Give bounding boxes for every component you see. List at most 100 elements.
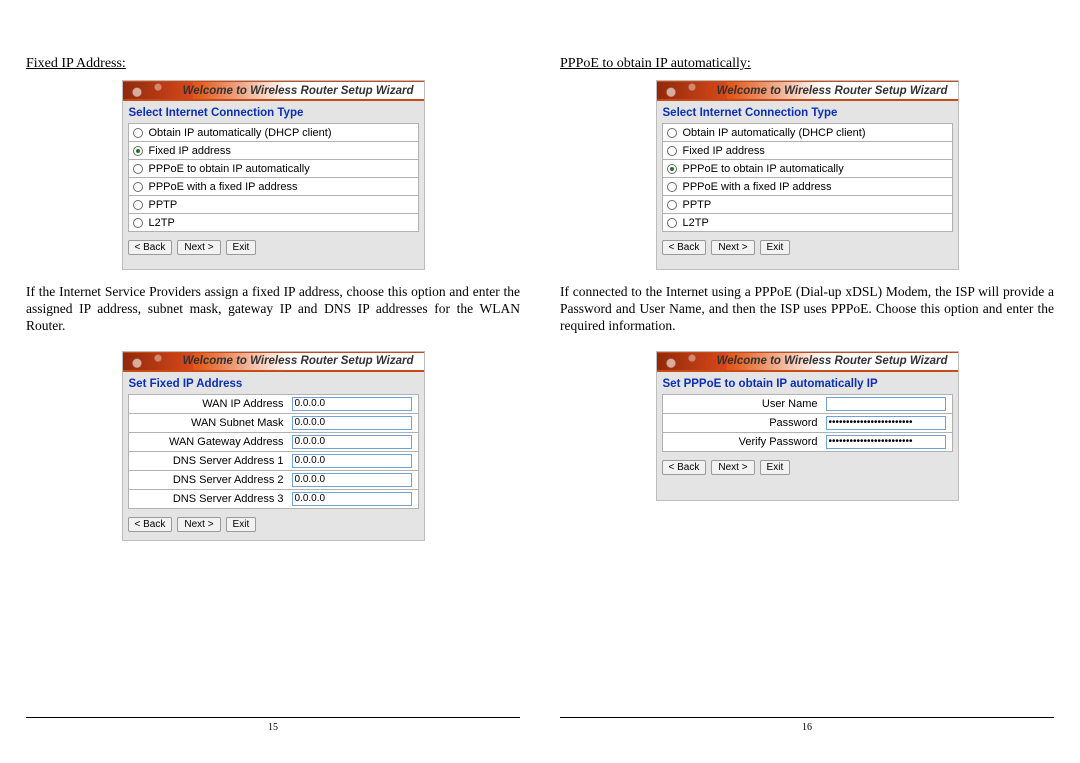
next-button[interactable]: Next > [711, 460, 754, 475]
left-page: Fixed IP Address: Welcome to Wireless Ro… [26, 56, 520, 549]
wizard-banner: Welcome to Wireless Router Setup Wizard [657, 352, 958, 372]
right-connection-panel: Welcome to Wireless Router Setup Wizard … [656, 80, 959, 270]
radio-label: PPTP [149, 199, 178, 211]
table-row: WAN IP Address [128, 394, 418, 413]
radio-label: PPPoE with a fixed IP address [683, 181, 832, 193]
table-row: DNS Server Address 2 [128, 470, 418, 489]
radio-icon [133, 200, 143, 210]
radio-label: Fixed IP address [149, 145, 231, 157]
field-label: WAN IP Address [128, 394, 288, 413]
wizard-banner-title: Welcome to Wireless Router Setup Wizard [717, 85, 948, 97]
right-page-number: 16 [560, 717, 1054, 733]
wizard-buttons: < Back Next > Exit [123, 509, 424, 532]
radio-option-fixed-ip[interactable]: Fixed IP address [667, 145, 948, 157]
wan-ip-input[interactable] [292, 397, 412, 411]
wizard-banner-title: Welcome to Wireless Router Setup Wizard [183, 355, 414, 367]
left-body-text: If the Internet Service Providers assign… [26, 284, 520, 335]
radio-icon [133, 128, 143, 138]
wizard-buttons: < Back Next > Exit [123, 232, 424, 255]
right-section-title: PPPoE to obtain IP automatically: [560, 56, 1054, 72]
right-page: PPPoE to obtain IP automatically: Welcom… [560, 56, 1054, 549]
next-button[interactable]: Next > [177, 517, 220, 532]
radio-option-dhcp[interactable]: Obtain IP automatically (DHCP client) [667, 127, 948, 139]
dns3-input[interactable] [292, 492, 412, 506]
left-section-title: Fixed IP Address: [26, 56, 520, 72]
fixed-ip-table: WAN IP Address WAN Subnet Mask WAN Gatew… [128, 394, 419, 509]
dns1-input[interactable] [292, 454, 412, 468]
wizard-step-title: Select Internet Connection Type [657, 101, 958, 123]
next-button[interactable]: Next > [177, 240, 220, 255]
wizard-banner: Welcome to Wireless Router Setup Wizard [123, 352, 424, 372]
wan-gateway-input[interactable] [292, 435, 412, 449]
back-button[interactable]: < Back [662, 460, 707, 475]
radio-option-l2tp[interactable]: L2TP [667, 217, 948, 229]
exit-button[interactable]: Exit [760, 240, 791, 255]
username-input[interactable] [826, 397, 946, 411]
left-fixed-ip-panel: Welcome to Wireless Router Setup Wizard … [122, 351, 425, 541]
table-row: WAN Gateway Address [128, 432, 418, 451]
radio-option-pppoe-fixed[interactable]: PPPoE with a fixed IP address [667, 181, 948, 193]
radio-option-pppoe-fixed[interactable]: PPPoE with a fixed IP address [133, 181, 414, 193]
field-label: WAN Gateway Address [128, 432, 288, 451]
wizard-banner: Welcome to Wireless Router Setup Wizard [657, 81, 958, 101]
wizard-banner-title: Welcome to Wireless Router Setup Wizard [183, 85, 414, 97]
radio-icon [667, 128, 677, 138]
wizard-step-title: Set Fixed IP Address [123, 372, 424, 394]
field-label: Password [662, 413, 822, 432]
radio-icon [667, 218, 677, 228]
wan-subnet-input[interactable] [292, 416, 412, 430]
radio-option-fixed-ip[interactable]: Fixed IP address [133, 145, 414, 157]
radio-icon [667, 200, 677, 210]
radio-icon [667, 146, 677, 156]
verify-password-input[interactable] [826, 435, 946, 449]
radio-label: PPPoE to obtain IP automatically [149, 163, 310, 175]
left-page-number: 15 [26, 717, 520, 733]
radio-icon [667, 164, 677, 174]
exit-button[interactable]: Exit [226, 240, 257, 255]
dns2-input[interactable] [292, 473, 412, 487]
connection-type-table: Obtain IP automatically (DHCP client) Fi… [128, 123, 419, 232]
left-connection-panel: Welcome to Wireless Router Setup Wizard … [122, 80, 425, 270]
radio-option-pppoe-auto[interactable]: PPPoE to obtain IP automatically [133, 163, 414, 175]
field-label: Verify Password [662, 432, 822, 451]
radio-option-pptp[interactable]: PPTP [667, 199, 948, 211]
wizard-buttons: < Back Next > Exit [657, 232, 958, 255]
exit-button[interactable]: Exit [760, 460, 791, 475]
back-button[interactable]: < Back [128, 240, 173, 255]
exit-button[interactable]: Exit [226, 517, 257, 532]
back-button[interactable]: < Back [662, 240, 707, 255]
connection-type-table: Obtain IP automatically (DHCP client) Fi… [662, 123, 953, 232]
table-row: User Name [662, 394, 952, 413]
wizard-banner: Welcome to Wireless Router Setup Wizard [123, 81, 424, 101]
field-label: User Name [662, 394, 822, 413]
radio-label: Obtain IP automatically (DHCP client) [683, 127, 866, 139]
next-button[interactable]: Next > [711, 240, 754, 255]
field-label: DNS Server Address 1 [128, 451, 288, 470]
radio-label: L2TP [683, 217, 709, 229]
right-body-text: If connected to the Internet using a PPP… [560, 284, 1054, 335]
radio-option-dhcp[interactable]: Obtain IP automatically (DHCP client) [133, 127, 414, 139]
table-row: Password [662, 413, 952, 432]
radio-icon [133, 164, 143, 174]
radio-label: PPPoE to obtain IP automatically [683, 163, 844, 175]
radio-label: L2TP [149, 217, 175, 229]
radio-label: PPPoE with a fixed IP address [149, 181, 298, 193]
radio-option-pppoe-auto[interactable]: PPPoE to obtain IP automatically [667, 163, 948, 175]
radio-label: Obtain IP automatically (DHCP client) [149, 127, 332, 139]
table-row: Verify Password [662, 432, 952, 451]
radio-icon [133, 182, 143, 192]
password-input[interactable] [826, 416, 946, 430]
table-row: DNS Server Address 3 [128, 489, 418, 508]
field-label: DNS Server Address 2 [128, 470, 288, 489]
radio-option-pptp[interactable]: PPTP [133, 199, 414, 211]
right-pppoe-panel: Welcome to Wireless Router Setup Wizard … [656, 351, 959, 501]
wizard-banner-title: Welcome to Wireless Router Setup Wizard [717, 355, 948, 367]
table-row: DNS Server Address 1 [128, 451, 418, 470]
radio-option-l2tp[interactable]: L2TP [133, 217, 414, 229]
wizard-step-title: Set PPPoE to obtain IP automatically IP [657, 372, 958, 394]
field-label: DNS Server Address 3 [128, 489, 288, 508]
radio-label: PPTP [683, 199, 712, 211]
field-label: WAN Subnet Mask [128, 413, 288, 432]
radio-label: Fixed IP address [683, 145, 765, 157]
back-button[interactable]: < Back [128, 517, 173, 532]
